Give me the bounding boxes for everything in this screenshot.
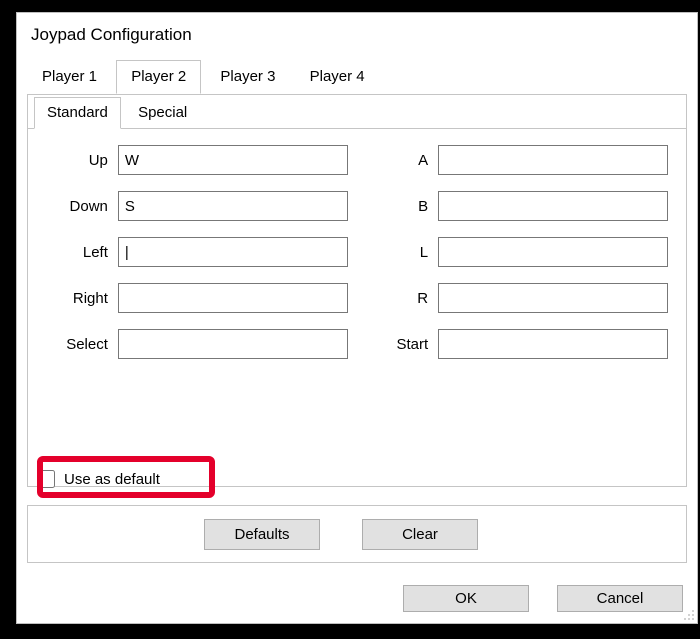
use-as-default-label: Use as default [64,471,160,488]
tab-standard[interactable]: Standard [34,97,121,129]
input-start[interactable] [438,329,668,359]
row-left: Left L [34,237,668,267]
joypad-config-window: Joypad Configuration Player 1 Player 2 P… [16,12,698,624]
ok-button[interactable]: OK [403,585,529,612]
row-down: Down B [34,191,668,221]
input-b[interactable] [438,191,668,221]
label-right: Right [34,290,118,307]
input-up[interactable] [118,145,348,175]
label-r: R [372,290,438,307]
input-select[interactable] [118,329,348,359]
input-r[interactable] [438,283,668,313]
resize-grip-icon[interactable] [681,607,695,621]
tab-special[interactable]: Special [125,97,200,129]
input-a[interactable] [438,145,668,175]
label-select: Select [34,336,118,353]
use-as-default[interactable]: Use as default [33,467,160,491]
tab-player-4[interactable]: Player 4 [295,60,380,94]
input-down[interactable] [118,191,348,221]
label-up: Up [34,152,118,169]
window-title: Joypad Configuration [17,13,697,53]
input-left[interactable] [118,237,348,267]
label-b: B [372,198,438,215]
tab-player-3[interactable]: Player 3 [205,60,290,94]
label-start: Start [372,336,438,353]
defaults-button[interactable]: Defaults [204,519,320,550]
tab-player-2[interactable]: Player 2 [116,60,201,94]
dialog-buttons: OK Cancel [17,573,697,623]
action-row: Defaults Clear [27,505,687,563]
cancel-button[interactable]: Cancel [557,585,683,612]
label-down: Down [34,198,118,215]
player-tabs: Player 1 Player 2 Player 3 Player 4 [27,59,687,95]
row-select: Select Start [34,329,668,359]
bindings-grid: Up A Down B Left L Right R [28,129,686,359]
bindings-panel: Standard Special Up A Down B Left L [27,95,687,487]
clear-button[interactable]: Clear [362,519,478,550]
label-left: Left [34,244,118,261]
mode-tabs: Standard Special [28,95,686,129]
input-right[interactable] [118,283,348,313]
label-l: L [372,244,438,261]
tab-player-1[interactable]: Player 1 [27,60,112,94]
row-up: Up A [34,145,668,175]
row-right: Right R [34,283,668,313]
label-a: A [372,152,438,169]
input-l[interactable] [438,237,668,267]
use-as-default-checkbox[interactable] [37,470,55,488]
